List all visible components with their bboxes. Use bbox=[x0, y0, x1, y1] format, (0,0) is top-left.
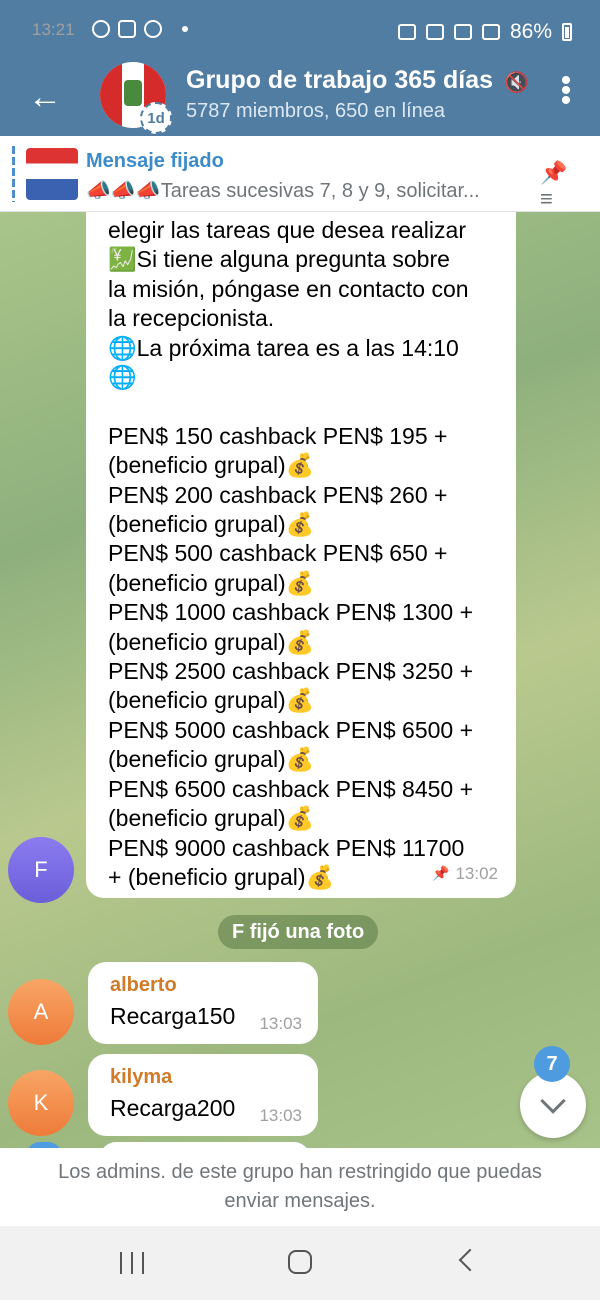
message-bubble[interactable]: kilyma Recarga200 13:03 bbox=[88, 1054, 318, 1136]
message-line: (beneficio grupal)💰 bbox=[108, 628, 315, 655]
message-time: 13:02 bbox=[455, 863, 498, 883]
status-time: 13:21 bbox=[32, 20, 75, 39]
system-icons: 86% bbox=[397, 20, 572, 44]
pin-icon: 📌 bbox=[432, 864, 450, 881]
chevron-down-icon bbox=[540, 1088, 566, 1114]
gallery-icon bbox=[118, 20, 136, 38]
restriction-line: Los admins. de este grupo han restringid… bbox=[58, 1161, 542, 1183]
restriction-notice: Los admins. de este grupo han restringid… bbox=[0, 1148, 600, 1226]
message-time: 13:03 bbox=[259, 1106, 302, 1125]
message-bubble[interactable]: elegir las tareas que desea realizar 💹Si … bbox=[86, 212, 516, 898]
back-icon[interactable] bbox=[458, 1248, 482, 1272]
home-icon[interactable] bbox=[288, 1250, 312, 1274]
more-notifications-icon bbox=[182, 26, 188, 32]
message-line: (beneficio grupal)💰 bbox=[108, 511, 315, 538]
pinned-title: Mensaje fijado bbox=[86, 150, 224, 172]
message-meta: 📌 13:02 bbox=[432, 859, 498, 888]
navigation-bar bbox=[0, 1226, 600, 1300]
message-line: (beneficio grupal)💰 bbox=[108, 746, 315, 773]
member-count: 5787 miembros, 650 en línea bbox=[186, 100, 446, 122]
message-time: 13:03 bbox=[259, 1014, 302, 1033]
message-bubble[interactable]: alberto Recarga150 13:03 bbox=[88, 962, 318, 1044]
avatar[interactable]: A bbox=[8, 979, 74, 1045]
story-badge: 1d bbox=[140, 102, 172, 134]
service-message: F fijó una foto bbox=[218, 915, 379, 949]
mute-icon bbox=[425, 24, 444, 40]
facebook-icon bbox=[144, 20, 162, 38]
sender-name[interactable]: alberto bbox=[110, 974, 318, 997]
pinned-text: 📣📣📣Tareas sucesivas 7, 8 y 9, solicitar.… bbox=[86, 180, 480, 202]
message-line: PEN$ 5000 cashback PEN$ 6500 + bbox=[108, 716, 474, 743]
instagram-icon bbox=[92, 20, 110, 38]
message-line: 💹Si tiene alguna pregunta sobre bbox=[108, 246, 450, 273]
avatar[interactable]: F bbox=[8, 837, 74, 903]
message-text: elegir las tareas que desea realizar 💹Si … bbox=[108, 216, 494, 892]
pinned-thumbnail bbox=[26, 148, 78, 200]
back-arrow-icon[interactable]: ← bbox=[28, 80, 62, 114]
more-vertical-icon[interactable]: • • • bbox=[560, 66, 572, 116]
sender-name[interactable]: kilyma bbox=[110, 1066, 318, 1089]
avatar[interactable]: K bbox=[8, 1070, 74, 1136]
signal-icon bbox=[481, 24, 500, 40]
message-line: elegir las tareas que desea realizar bbox=[108, 217, 466, 243]
message-line: (beneficio grupal)💰 bbox=[108, 569, 315, 596]
message-line: PEN$ 1000 cashback PEN$ 1300 + bbox=[108, 599, 474, 626]
recent-apps-icon[interactable] bbox=[120, 1252, 144, 1274]
pinned-indicator bbox=[12, 146, 15, 202]
message-line: (beneficio grupal)💰 bbox=[108, 805, 315, 832]
message-line: 🌐 bbox=[108, 364, 137, 391]
unread-badge: 7 bbox=[534, 1046, 570, 1082]
chat-title[interactable]: Grupo de trabajo 365 días bbox=[186, 66, 510, 95]
message-line: PEN$ 500 cashback PEN$ 650 + bbox=[108, 540, 448, 567]
message-line: la recepcionista. bbox=[108, 305, 275, 332]
battery-level: 86% bbox=[509, 20, 552, 43]
message-line: PEN$ 6500 cashback PEN$ 8450 + bbox=[108, 775, 474, 802]
pinned-message-bar[interactable]: Mensaje fijado 📣📣📣Tareas sucesivas 7, 8 … bbox=[0, 136, 600, 212]
message-line: PEN$ 150 cashback PEN$ 195 + bbox=[108, 422, 448, 449]
message-line: 🌐La próxima tarea es a las 14:10 bbox=[108, 334, 459, 361]
battery-icon bbox=[562, 23, 572, 41]
message-line: PEN$ 200 cashback PEN$ 260 + bbox=[108, 481, 448, 508]
chat-area[interactable]: elegir las tareas que desea realizar 💹Si … bbox=[0, 212, 600, 1148]
notification-icons bbox=[92, 20, 188, 38]
status-bar: 13:21 86% bbox=[0, 0, 600, 62]
pin-list-icon[interactable]: 📌≡ bbox=[540, 160, 578, 211]
restriction-line: enviar mensajes. bbox=[224, 1190, 376, 1212]
chat-header: ← 1d Grupo de trabajo 365 días 🔇 5787 mi… bbox=[0, 62, 600, 136]
message-line bbox=[108, 392, 494, 421]
message-line: (beneficio grupal)💰 bbox=[108, 687, 315, 714]
message-line: PEN$ 2500 cashback PEN$ 3250 + bbox=[108, 658, 474, 685]
alarm-icon bbox=[397, 24, 416, 40]
message-line: (beneficio grupal)💰 bbox=[108, 452, 315, 479]
wifi-icon bbox=[453, 24, 472, 40]
muted-icon: 🔇 bbox=[504, 72, 529, 94]
message-line: la misión, póngase en contacto con bbox=[108, 275, 469, 302]
